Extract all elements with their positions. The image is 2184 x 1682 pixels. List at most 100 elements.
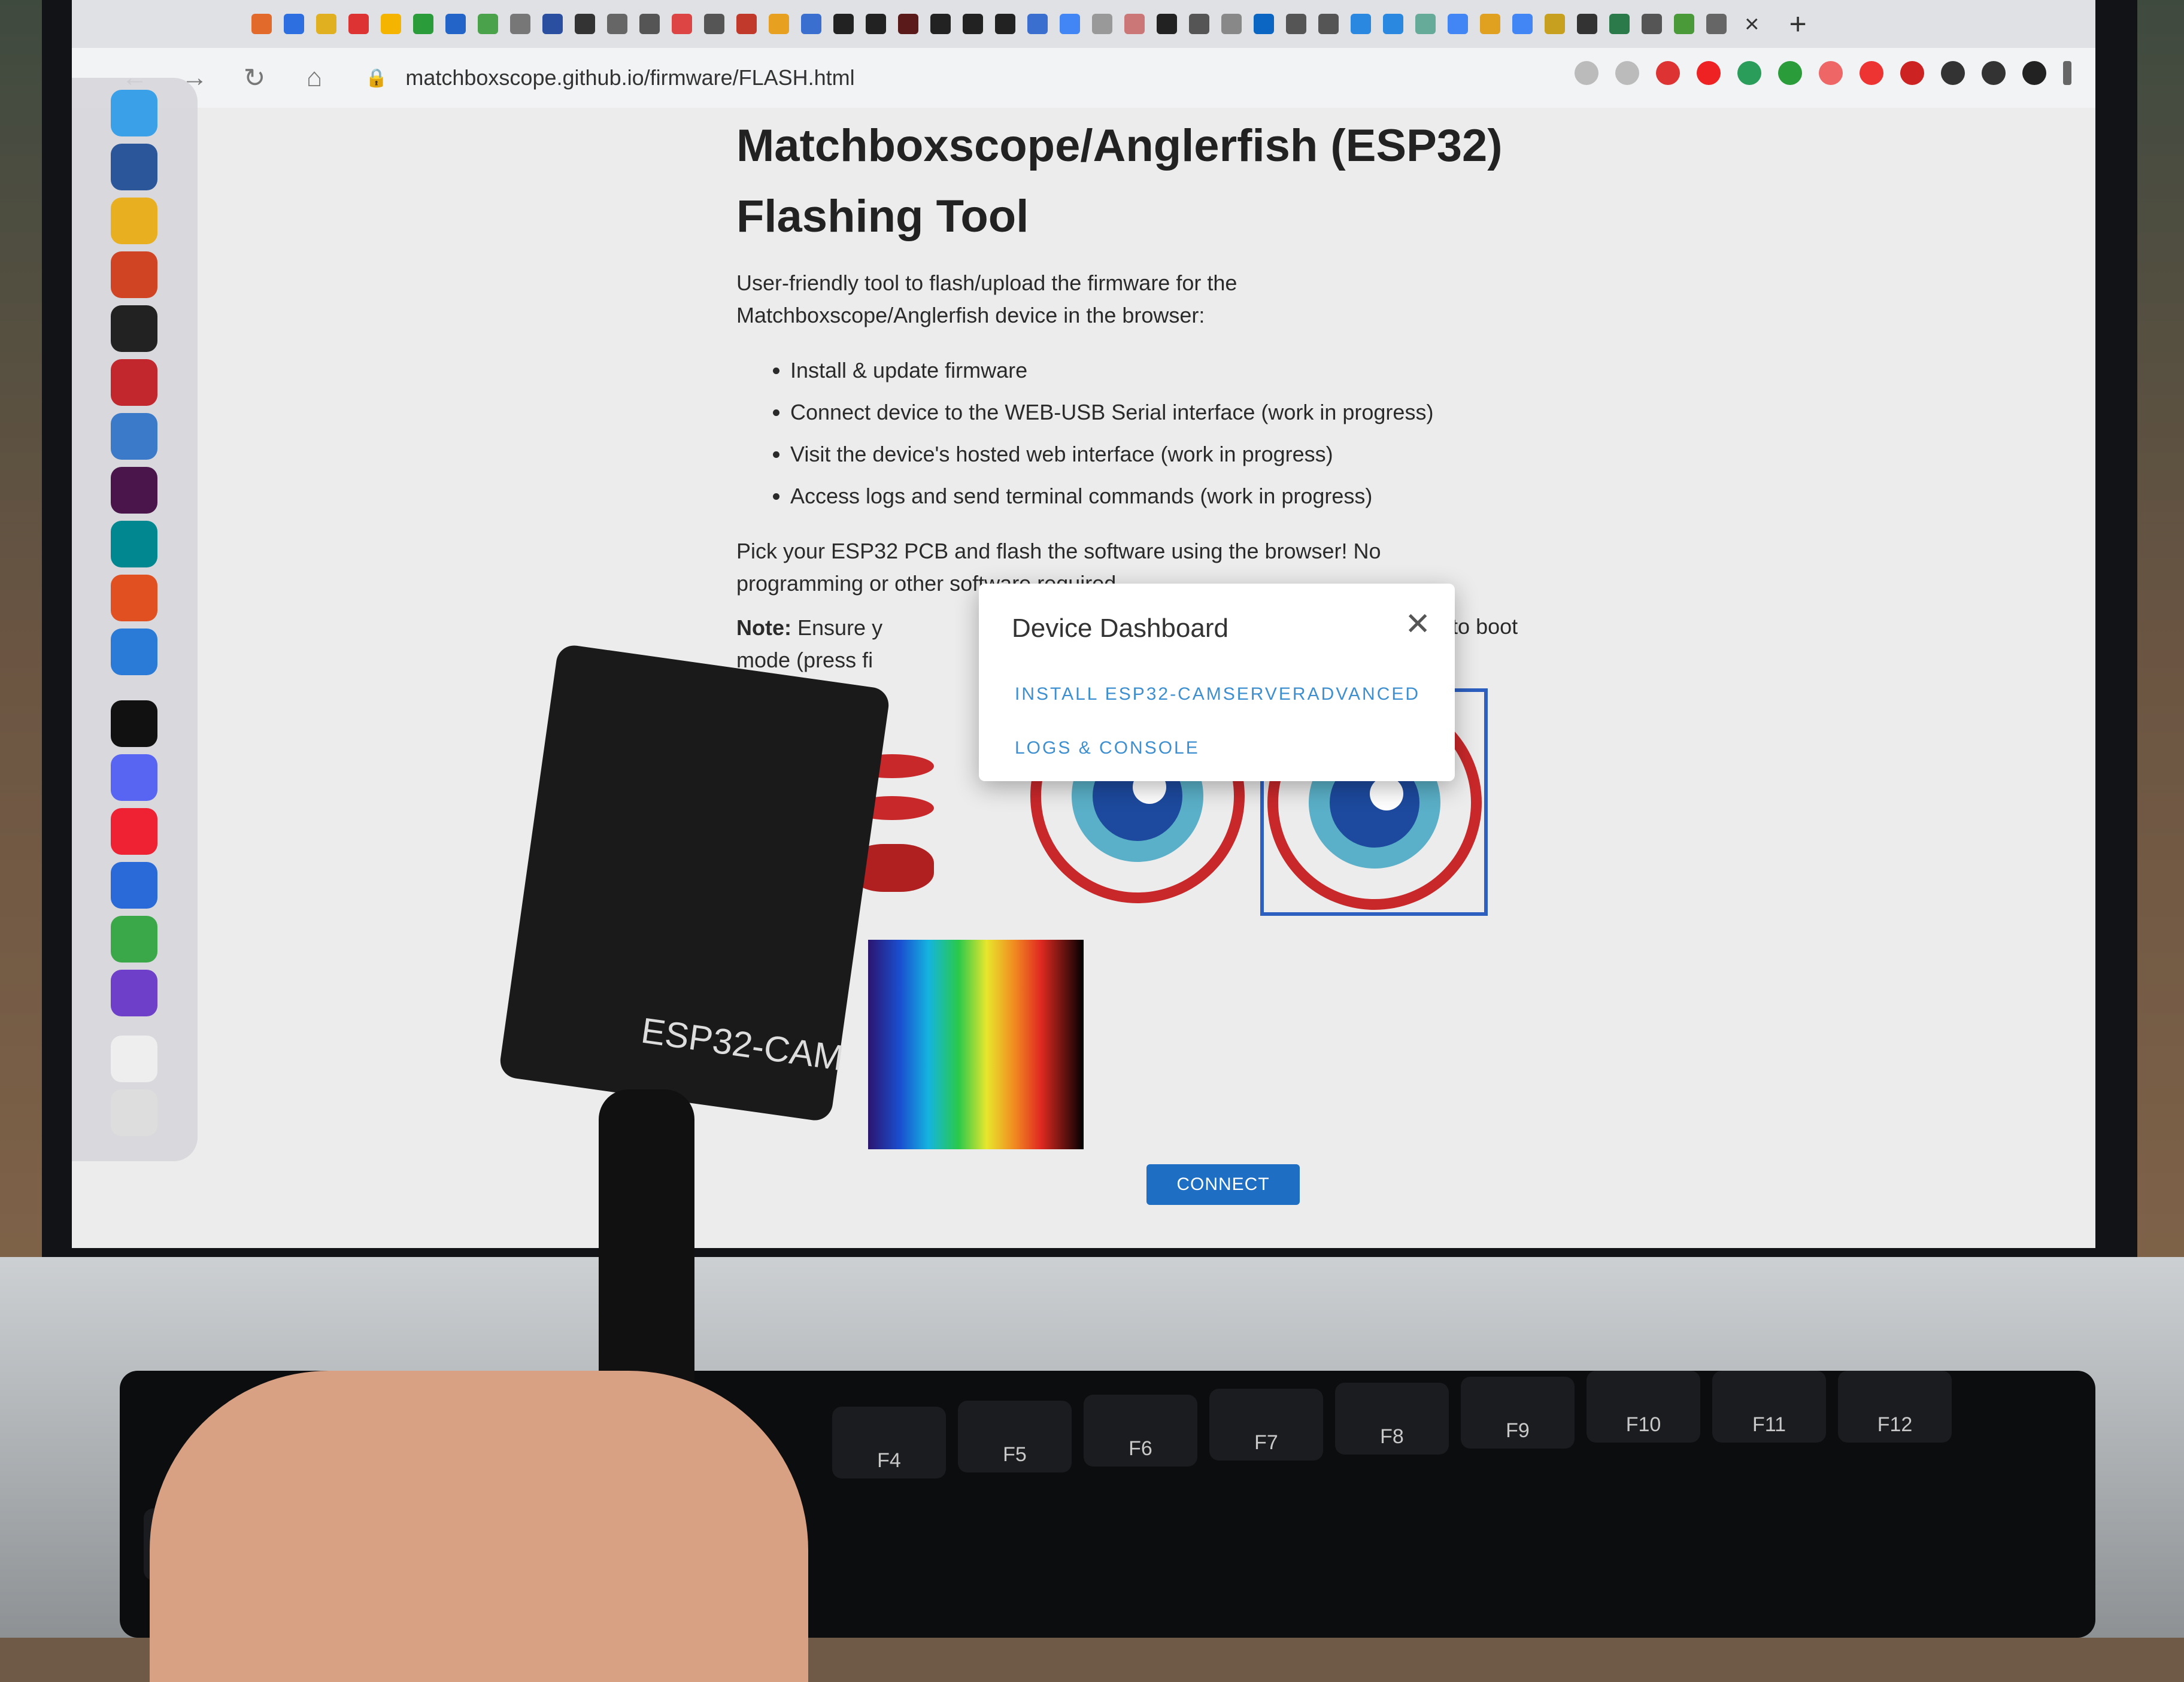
tab-favicon[interactable] bbox=[898, 14, 918, 34]
tab-favicon[interactable] bbox=[1480, 14, 1500, 34]
tab-favicon[interactable] bbox=[736, 14, 757, 34]
chrome-icon[interactable] bbox=[111, 198, 157, 244]
tab-favicon[interactable] bbox=[1545, 14, 1565, 34]
atom-icon[interactable] bbox=[111, 916, 157, 963]
tab-favicon[interactable] bbox=[445, 14, 466, 34]
keyboard-key: F11 bbox=[1712, 1371, 1826, 1443]
tab-favicon[interactable] bbox=[1383, 14, 1403, 34]
tab-favicon[interactable] bbox=[348, 14, 369, 34]
profile-avatar[interactable] bbox=[2022, 61, 2046, 85]
tab-favicon[interactable] bbox=[769, 14, 789, 34]
tab-favicon[interactable] bbox=[575, 14, 595, 34]
google-icon[interactable] bbox=[1512, 14, 1533, 34]
connect-button[interactable]: CONNECT bbox=[1146, 1164, 1300, 1205]
tab-favicon[interactable] bbox=[381, 14, 401, 34]
tab-favicon[interactable] bbox=[1577, 14, 1597, 34]
word-icon[interactable] bbox=[111, 144, 157, 190]
linkedin-icon[interactable] bbox=[1254, 14, 1274, 34]
github-icon[interactable] bbox=[833, 14, 854, 34]
tab-favicon[interactable] bbox=[251, 14, 272, 34]
tab-favicon[interactable] bbox=[316, 14, 336, 34]
trash-icon[interactable] bbox=[111, 1089, 157, 1136]
github-icon[interactable] bbox=[963, 14, 983, 34]
share-icon[interactable] bbox=[1575, 61, 1598, 85]
page-title-line2: Flashing Tool bbox=[736, 191, 1029, 242]
tab-favicon[interactable] bbox=[801, 14, 821, 34]
keyboard-key: F9 bbox=[1461, 1377, 1575, 1449]
github-icon[interactable] bbox=[995, 14, 1015, 34]
tab-favicon[interactable] bbox=[607, 14, 627, 34]
slack-icon[interactable] bbox=[111, 467, 157, 514]
close-tab-icon[interactable]: × bbox=[1745, 10, 1760, 38]
install-firmware-button[interactable]: INSTALL ESP32-CAMSERVERADVANCED bbox=[1015, 684, 1420, 705]
address-bar[interactable]: 🔒 matchboxscope.github.io/firmware/FLASH… bbox=[365, 65, 855, 90]
app-icon[interactable] bbox=[111, 575, 157, 621]
tab-favicon[interactable] bbox=[1674, 14, 1694, 34]
puzzle-icon[interactable] bbox=[1941, 61, 1965, 85]
intro-text: User-friendly tool to flash/upload the f… bbox=[736, 271, 1237, 295]
terminal-icon[interactable] bbox=[111, 305, 157, 352]
extension-icon[interactable] bbox=[1737, 61, 1761, 85]
new-tab-button[interactable]: + bbox=[1789, 7, 1807, 41]
tab-favicon[interactable] bbox=[1318, 14, 1339, 34]
tab-favicon[interactable] bbox=[672, 14, 692, 34]
tab-favicon[interactable] bbox=[1189, 14, 1209, 34]
spectrum-image[interactable] bbox=[868, 940, 1084, 1149]
github-desktop-icon[interactable] bbox=[111, 970, 157, 1016]
tab-favicon[interactable] bbox=[1221, 14, 1242, 34]
google-icon[interactable] bbox=[1448, 14, 1468, 34]
tab-favicon[interactable] bbox=[1092, 14, 1112, 34]
document-icon[interactable] bbox=[111, 1036, 157, 1082]
powerpoint-icon[interactable] bbox=[111, 251, 157, 298]
app-icon[interactable] bbox=[111, 808, 157, 855]
tab-favicon[interactable] bbox=[284, 14, 304, 34]
google-icon[interactable] bbox=[1060, 14, 1080, 34]
pocket-icon[interactable] bbox=[1860, 61, 1883, 85]
tab-favicon[interactable] bbox=[1609, 14, 1630, 34]
acrobat-icon[interactable] bbox=[111, 359, 157, 406]
github-icon[interactable] bbox=[930, 14, 951, 34]
tab-favicon[interactable] bbox=[1351, 14, 1371, 34]
device-dashboard-dialog: Device Dashboard ✕ INSTALL ESP32-CAMSERV… bbox=[979, 584, 1455, 781]
tab-favicon[interactable] bbox=[704, 14, 724, 34]
tab-favicon[interactable] bbox=[1286, 14, 1306, 34]
browser-tab-strip: × + bbox=[72, 0, 2095, 48]
home-icon[interactable]: ⌂ bbox=[299, 63, 329, 93]
vscode-icon[interactable] bbox=[111, 629, 157, 675]
terminal-icon[interactable] bbox=[111, 700, 157, 747]
tab-favicon[interactable] bbox=[1124, 14, 1145, 34]
app-icon[interactable] bbox=[111, 862, 157, 909]
keyboard-key: F12 bbox=[1838, 1371, 1952, 1443]
tab-favicon[interactable] bbox=[1415, 14, 1436, 34]
sidebar-icon[interactable] bbox=[1982, 61, 2006, 85]
extension-icon[interactable] bbox=[1900, 61, 1924, 85]
discord-icon[interactable] bbox=[111, 754, 157, 801]
tab-favicon[interactable] bbox=[510, 14, 530, 34]
extension-icon[interactable] bbox=[1656, 61, 1680, 85]
tab-favicon[interactable] bbox=[542, 14, 563, 34]
list-item: Connect device to the WEB-USB Serial int… bbox=[790, 391, 1754, 433]
extension-icon[interactable] bbox=[1819, 61, 1843, 85]
reload-icon[interactable]: ↻ bbox=[239, 63, 269, 93]
note-label: Note: bbox=[736, 615, 791, 640]
tab-favicon[interactable] bbox=[478, 14, 498, 34]
github-icon[interactable] bbox=[1157, 14, 1177, 34]
app-icon[interactable] bbox=[111, 413, 157, 460]
logs-console-button[interactable]: LOGS & CONSOLE bbox=[1015, 738, 1200, 758]
finder-icon[interactable] bbox=[111, 90, 157, 136]
extension-icon[interactable] bbox=[1697, 61, 1721, 85]
tab-favicon[interactable] bbox=[413, 14, 433, 34]
extension-icon[interactable] bbox=[1778, 61, 1802, 85]
tab-favicon[interactable] bbox=[1027, 14, 1048, 34]
tab-favicon[interactable] bbox=[1706, 14, 1727, 34]
pick-board-text: Pick your ESP32 PCB and flash the softwa… bbox=[736, 539, 1381, 563]
tab-favicon[interactable] bbox=[1642, 14, 1662, 34]
tab-favicon[interactable] bbox=[639, 14, 660, 34]
bookmark-star-icon[interactable] bbox=[1615, 61, 1639, 85]
arduino-icon[interactable] bbox=[111, 521, 157, 567]
close-icon[interactable]: ✕ bbox=[1405, 606, 1431, 642]
tab-favicon[interactable] bbox=[866, 14, 886, 34]
page-title: Matchboxscope/Anglerfish (ESP32) bbox=[736, 120, 1503, 171]
menu-icon[interactable] bbox=[2063, 61, 2071, 85]
keyboard-key: F8 bbox=[1335, 1383, 1449, 1455]
